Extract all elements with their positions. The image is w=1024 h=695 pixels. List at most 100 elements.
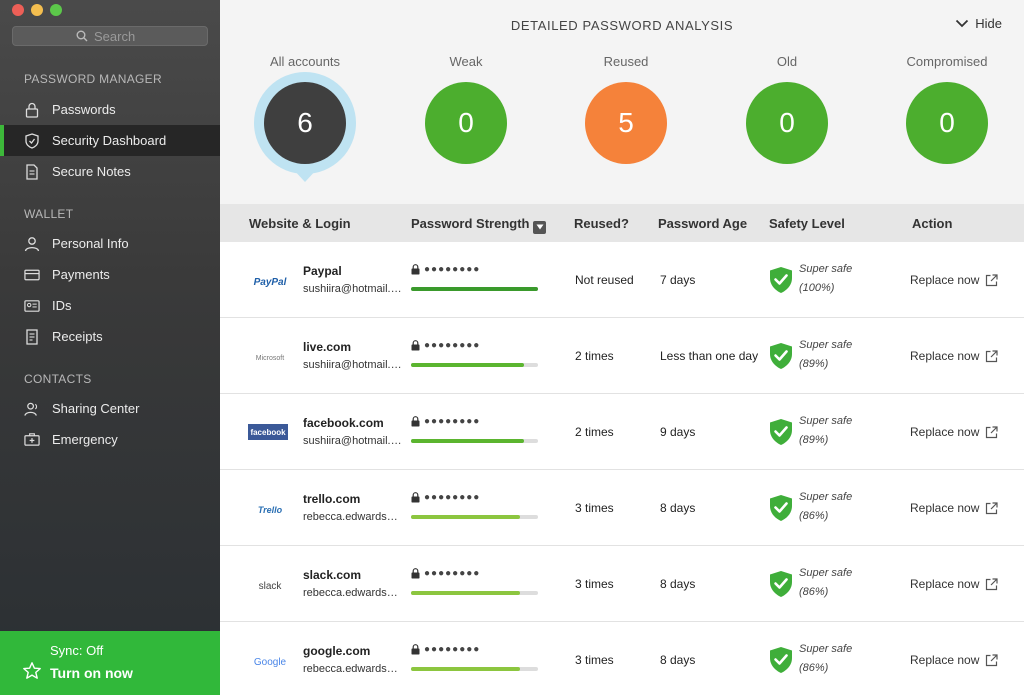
lock-icon bbox=[411, 264, 420, 275]
table-row[interactable]: slack slack.com rebecca.edwards@... ●●●●… bbox=[220, 546, 1024, 622]
stat-label: Compromised bbox=[906, 54, 988, 69]
sidebar-item-sharing-center[interactable]: Sharing Center bbox=[0, 393, 220, 424]
stat-circle: 0 bbox=[746, 82, 828, 164]
sidebar-item-label: Payments bbox=[52, 267, 110, 282]
site-logo: Microsoft bbox=[255, 354, 285, 362]
sidebar-item-label: Sharing Center bbox=[52, 401, 140, 416]
external-link-icon bbox=[986, 501, 998, 514]
stat-circle-wrap: 0 bbox=[746, 82, 828, 164]
sidebar-item-security-dashboard[interactable]: Security Dashboard bbox=[0, 125, 220, 156]
stat-circle-wrap: 0 bbox=[425, 82, 507, 164]
minimize-window-button[interactable] bbox=[31, 4, 43, 16]
sidebar-item-payments[interactable]: Payments bbox=[0, 259, 220, 290]
safety-level: Super safe (86%) bbox=[799, 488, 852, 526]
reused-count: 3 times bbox=[575, 501, 614, 515]
column-header-strength[interactable]: Password Strength bbox=[411, 216, 547, 234]
replace-now-label: Replace now bbox=[910, 577, 980, 591]
column-header-label: Password Strength bbox=[411, 216, 530, 231]
stat-compromised[interactable]: Compromised 0 bbox=[877, 54, 1017, 164]
column-header-reused[interactable]: Reused? bbox=[574, 216, 629, 231]
table-row[interactable]: Trello trello.com rebecca.edwards@... ●●… bbox=[220, 470, 1024, 546]
shield-check-icon bbox=[770, 571, 792, 597]
reused-count: Not reused bbox=[575, 273, 634, 287]
shield-icon bbox=[24, 132, 40, 149]
external-link-icon bbox=[986, 577, 998, 590]
column-header-site[interactable]: Website & Login bbox=[249, 216, 351, 231]
safety-level: Super safe (100%) bbox=[799, 260, 852, 298]
replace-now-button[interactable]: Replace now bbox=[910, 273, 998, 287]
sidebar-item-secure-notes[interactable]: Secure Notes bbox=[0, 156, 220, 187]
section-title-password-manager: PASSWORD MANAGER bbox=[24, 72, 162, 86]
password-dots: ●●●●●●●● bbox=[424, 644, 481, 655]
sync-panel[interactable]: Sync: Off Turn on now bbox=[0, 631, 220, 695]
search-input[interactable] bbox=[94, 28, 144, 44]
shield-check-icon bbox=[770, 495, 792, 521]
safety-label: Super safe bbox=[799, 339, 853, 351]
sidebar-item-label: Personal Info bbox=[52, 236, 129, 251]
sidebar-item-personal-info[interactable]: Personal Info bbox=[0, 228, 220, 259]
safety-percent: (86%) bbox=[799, 662, 829, 674]
password-age: Less than one day bbox=[660, 349, 759, 363]
hide-button[interactable]: Hide bbox=[955, 16, 1002, 31]
close-window-button[interactable] bbox=[12, 4, 24, 16]
stat-label: All accounts bbox=[269, 54, 341, 69]
sidebar-item-ids[interactable]: IDs bbox=[0, 290, 220, 321]
sidebar-item-label: Passwords bbox=[52, 102, 116, 117]
table-row[interactable]: PayPal Paypal sushiira@hotmail.com ●●●●●… bbox=[220, 242, 1024, 318]
masked-password: ●●●●●●●● bbox=[411, 568, 480, 579]
site-logo: slack bbox=[258, 580, 282, 592]
replace-now-label: Replace now bbox=[910, 501, 980, 515]
table-row[interactable]: Microsoft live.com sushiira@hotmail.com … bbox=[220, 318, 1024, 394]
sidebar-item-passwords[interactable]: Passwords bbox=[0, 94, 220, 125]
sidebar-item-receipts[interactable]: Receipts bbox=[0, 321, 220, 352]
turn-on-sync-button[interactable]: Turn on now bbox=[50, 665, 133, 681]
table-row[interactable]: Google google.com rebecca.edwards@... ●●… bbox=[220, 622, 1024, 695]
site-name: facebook.com bbox=[303, 416, 384, 430]
password-age: 9 days bbox=[660, 425, 696, 439]
external-link-icon bbox=[986, 425, 998, 438]
lock-icon bbox=[411, 340, 420, 351]
column-header-action: Action bbox=[912, 216, 953, 231]
strength-bar-fill bbox=[411, 515, 521, 519]
stat-reused[interactable]: Reused 5 bbox=[556, 54, 696, 164]
star-icon bbox=[23, 662, 41, 679]
search-box[interactable] bbox=[12, 26, 208, 46]
table-row[interactable]: facebook facebook.com sushiira@hotmail.c… bbox=[220, 394, 1024, 470]
strength-bar-fill bbox=[411, 439, 525, 443]
reused-count: 2 times bbox=[575, 425, 614, 439]
login-email: sushiira@hotmail.com bbox=[303, 283, 407, 295]
stat-old[interactable]: Old 0 bbox=[717, 54, 857, 164]
safety-level: Super safe (86%) bbox=[799, 564, 852, 602]
stat-circle: 6 bbox=[264, 82, 346, 164]
replace-now-button[interactable]: Replace now bbox=[910, 501, 998, 515]
replace-now-button[interactable]: Replace now bbox=[910, 425, 998, 439]
site-logo: facebook bbox=[248, 424, 288, 440]
strength-bar-fill bbox=[411, 287, 538, 291]
shield-check-icon bbox=[770, 419, 792, 445]
site-name: live.com bbox=[303, 340, 352, 354]
stat-circle-wrap: 0 bbox=[906, 82, 988, 164]
safety-level: Super safe (89%) bbox=[799, 336, 852, 374]
sidebar-item-emergency[interactable]: Emergency bbox=[0, 424, 220, 455]
first-aid-kit-icon bbox=[24, 432, 40, 448]
strength-bar bbox=[411, 515, 538, 519]
replace-now-button[interactable]: Replace now bbox=[910, 653, 998, 667]
stat-all-accounts[interactable]: All accounts 6 bbox=[235, 54, 375, 182]
column-header-age[interactable]: Password Age bbox=[658, 216, 747, 231]
strength-bar bbox=[411, 287, 538, 291]
strength-bar bbox=[411, 363, 538, 367]
external-link-icon bbox=[986, 653, 998, 666]
sort-dropdown-icon[interactable] bbox=[533, 220, 547, 234]
sync-status: Sync: Off bbox=[50, 643, 104, 658]
safety-percent: (100%) bbox=[799, 282, 835, 294]
sidebar-item-label: Receipts bbox=[52, 329, 103, 344]
password-age: 8 days bbox=[660, 501, 696, 515]
login-email: rebecca.edwards@... bbox=[303, 511, 407, 523]
zoom-window-button[interactable] bbox=[50, 4, 62, 16]
replace-now-button[interactable]: Replace now bbox=[910, 349, 998, 363]
safety-percent: (86%) bbox=[799, 586, 829, 598]
stat-weak[interactable]: Weak 0 bbox=[396, 54, 536, 164]
safety-label: Super safe bbox=[799, 567, 853, 579]
column-header-safety[interactable]: Safety Level bbox=[769, 216, 845, 231]
replace-now-button[interactable]: Replace now bbox=[910, 577, 998, 591]
